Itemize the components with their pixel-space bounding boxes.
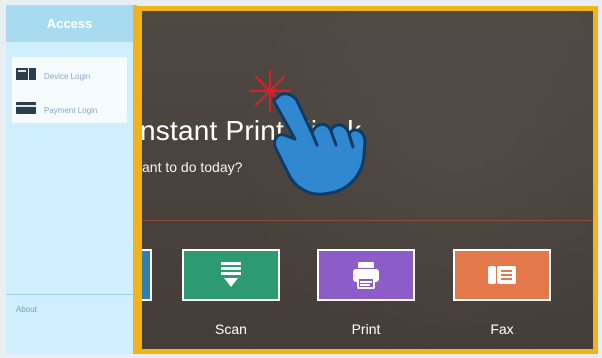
tile-print-label: Print [351,321,381,337]
kiosk-screen: nstant Print Kiosk ant to do today? Scan… [0,0,602,358]
payment-login-item[interactable]: Payment Login [16,101,127,119]
kiosk-title: nstant Print Kiosk [140,115,362,146]
tile-fax-label: Fax [490,321,514,337]
kiosk-main-panel: nstant Print Kiosk ant to do today? Scan… [137,6,598,354]
print-icon [348,260,384,290]
device-login-label: Device Login [44,71,91,81]
device-login-icon [16,67,36,85]
about-link[interactable]: About [16,305,37,314]
kiosk-subtitle: ant to do today? [142,159,243,175]
access-panel: Access Device Login Payment Login About [6,5,137,354]
tile-scan[interactable] [182,249,280,301]
tile-partial-left[interactable] [142,249,152,301]
access-header: Access [6,5,133,42]
service-tiles: Scan Print Fax [142,249,593,349]
scan-icon [214,260,248,290]
payment-login-icon [16,101,36,119]
tile-scan-label: Scan [215,321,247,337]
access-title: Access [46,16,93,31]
section-divider [142,220,593,221]
tile-fax[interactable] [453,249,551,301]
tile-print[interactable] [317,249,415,301]
payment-login-label: Payment Login [44,105,98,115]
fax-icon [484,260,520,290]
access-footer-divider [6,294,133,295]
device-login-item[interactable]: Device Login [16,67,127,85]
